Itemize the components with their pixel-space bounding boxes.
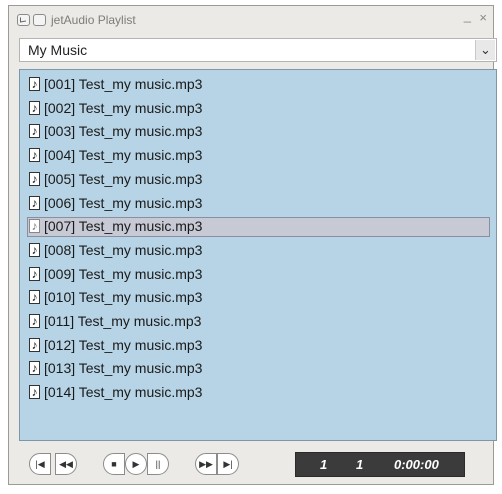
music-file-icon: ♪ — [29, 337, 40, 352]
music-file-icon: ♪ — [29, 100, 40, 115]
list-item-label: [003] Test_my music.mp3 — [44, 123, 203, 140]
close-button[interactable]: × — [479, 10, 487, 25]
list-item-label: [006] Test_my music.mp3 — [44, 194, 203, 211]
music-file-icon: ♪ — [29, 361, 40, 376]
pause-icon: || — [155, 459, 161, 469]
stop-button[interactable]: ■ — [103, 453, 125, 475]
elapsed-time: 0:00:00 — [394, 457, 439, 472]
music-file-icon: ♪ — [29, 314, 40, 328]
play-button[interactable]: ▶ — [125, 453, 147, 475]
playlist-window: jetAudio Playlist _ × My Music ⌄ ♪ [001] … — [8, 5, 497, 485]
chevron-down-icon[interactable]: ⌄ — [475, 40, 495, 60]
music-file-icon: ♪ — [29, 195, 40, 210]
music-file-icon: ♪ — [29, 124, 40, 139]
music-file-icon: ♪ — [29, 77, 40, 91]
track-total: 1 — [356, 457, 364, 472]
list-item-label: [002] Test_my music.mp3 — [44, 99, 203, 116]
music-file-icon: ♪ — [29, 266, 40, 281]
previous-track-icon: |◀ — [35, 459, 45, 469]
list-item-label: [013] Test_my music.mp3 — [44, 360, 203, 377]
title-bar[interactable]: jetAudio Playlist _ × — [9, 6, 493, 36]
music-file-icon: ♪ — [29, 242, 40, 257]
pause-button[interactable]: || — [147, 453, 169, 475]
playlist-select-value: My Music — [28, 42, 88, 58]
window-menu-icon[interactable] — [17, 14, 30, 26]
fast-forward-icon: ▶▶ — [199, 459, 213, 469]
fast-forward-button[interactable]: ▶▶ — [195, 453, 217, 475]
play-icon: ▶ — [132, 459, 140, 469]
list-item-label: [011] Test_my music.mp3 — [44, 313, 202, 329]
stop-icon: ■ — [111, 459, 117, 469]
list-item[interactable]: ♪ [007] Test_my music.mp3 — [27, 217, 490, 238]
list-item-label: [005] Test_my music.mp3 — [44, 170, 203, 187]
next-track-button[interactable]: ▶| — [217, 453, 239, 475]
music-file-icon: ♪ — [29, 171, 40, 186]
time-display: 1 1 0:00:00 — [295, 452, 465, 477]
previous-track-button[interactable]: |◀ — [29, 453, 51, 475]
music-file-icon: ♪ — [29, 290, 40, 305]
music-file-icon: ♪ — [29, 385, 40, 400]
rewind-button[interactable]: ◀◀ — [55, 453, 77, 475]
list-item-label: [012] Test_my music.mp3 — [44, 336, 203, 353]
minimize-button[interactable]: _ — [464, 8, 471, 23]
track-number: 1 — [320, 457, 328, 472]
list-item-label: [014] Test_my music.mp3 — [44, 384, 203, 401]
playlist-list[interactable]: ♪ [001] Test_my music.mp3 ♪ [002] Test_my m… — [19, 69, 497, 441]
list-item-label: [001] Test_my music.mp3 — [44, 76, 203, 92]
rewind-icon: ◀◀ — [59, 459, 73, 469]
music-file-icon: ♪ — [29, 148, 40, 163]
list-item-label: [007] Test_my music.mp3 — [44, 218, 203, 235]
transport-controls: 1 1 0:00:00 |◀ ◀◀ ■ ▶ || ▶▶ ▶| — [19, 444, 497, 482]
window-mode-icon[interactable] — [33, 14, 46, 26]
list-item-label: [009] Test_my music.mp3 — [44, 265, 203, 282]
music-file-icon: ♪ — [29, 219, 40, 234]
next-track-icon: ▶| — [223, 459, 233, 469]
playlist-select[interactable]: My Music ⌄ — [19, 38, 497, 62]
window-title: jetAudio Playlist — [51, 13, 136, 27]
list-item-label: [004] Test_my music.mp3 — [44, 147, 203, 164]
list-item-label: [010] Test_my music.mp3 — [44, 289, 203, 306]
list-item-label: [008] Test_my music.mp3 — [44, 241, 203, 258]
